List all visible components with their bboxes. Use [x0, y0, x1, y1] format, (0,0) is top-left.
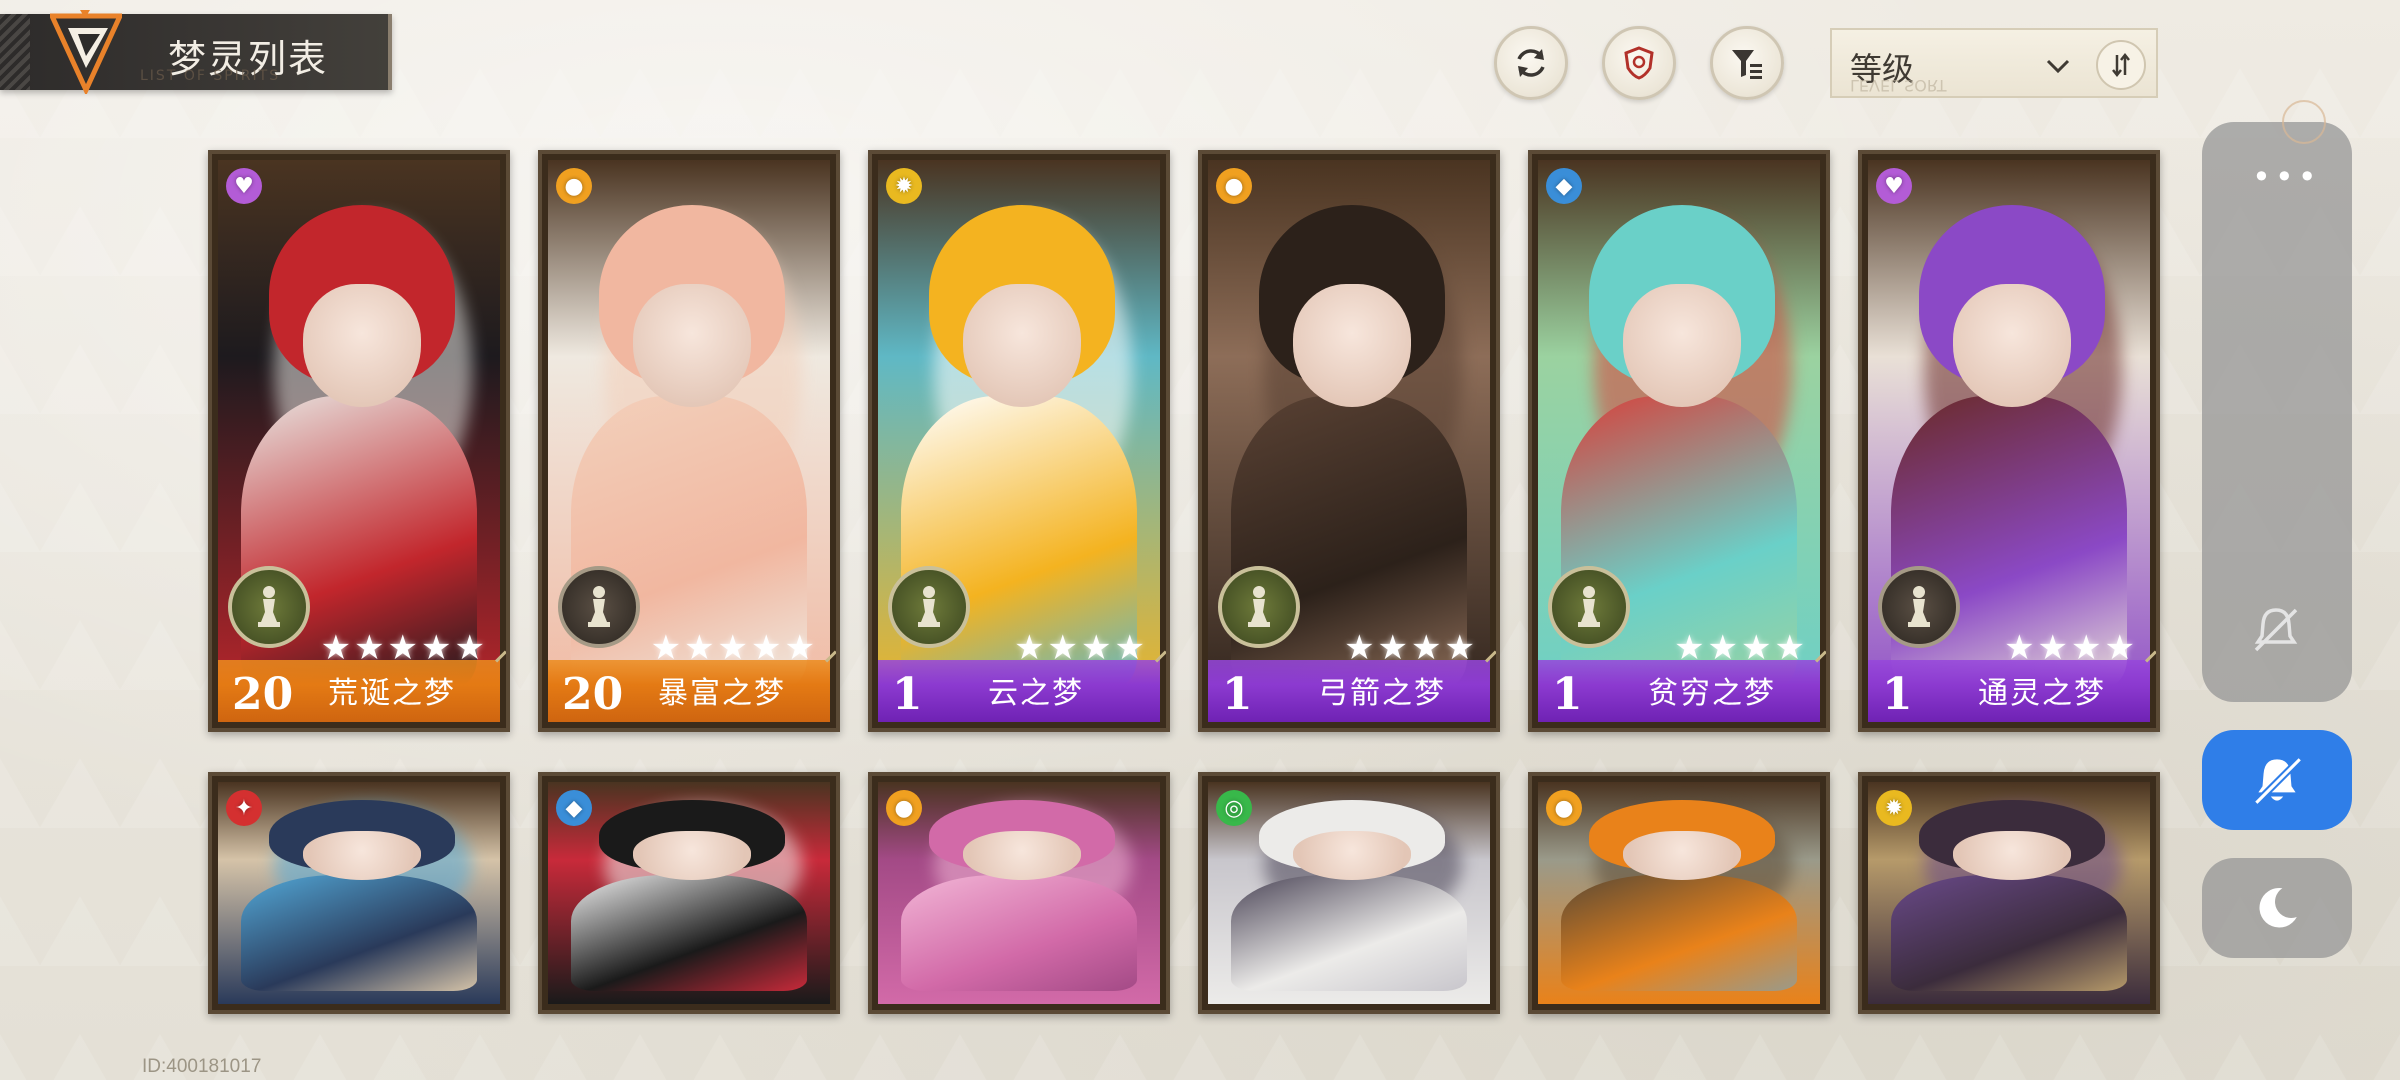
sun-icon: ✹ [886, 168, 922, 204]
card-name: 云之梦 [988, 676, 1084, 711]
filter-icon [1732, 50, 1762, 79]
spirit-card[interactable]: ✦ [208, 772, 510, 1014]
spirit-card[interactable]: ● [1528, 772, 1830, 1014]
coin-icon: ● [1216, 168, 1252, 204]
card-name: 通灵之梦 [1978, 676, 2106, 711]
page-subtitle: LIST OF SPIRITS [140, 68, 281, 84]
pawn-icon [1908, 586, 1930, 627]
pawn-icon [1248, 586, 1270, 627]
decorative-ring [2282, 100, 2326, 144]
coin-icon: ● [886, 790, 922, 826]
card-name: 弓箭之梦 [1318, 676, 1446, 711]
card-nameplate: 20 荒诞之梦 [218, 660, 500, 722]
spirit-card[interactable]: ◆ ★★★★ 1 贫穷之梦 [1528, 150, 1830, 732]
spirit-card[interactable]: ✹ [1858, 772, 2160, 1014]
planet-icon: ◎ [1216, 790, 1252, 826]
flame-shield-icon: ✦ [226, 790, 262, 826]
spirit-card[interactable]: ◆ [538, 772, 840, 1014]
shield-icon [1624, 46, 1654, 80]
bell-mute-icon [2253, 756, 2303, 806]
card-level: 20 [562, 669, 624, 720]
spirit-card[interactable]: ✹ ★★★★ 1 云之梦 [868, 150, 1170, 732]
spirit-card[interactable]: ● ★★★★ 1 弓箭之梦 [1198, 150, 1500, 732]
sort-order-icon [2112, 52, 2130, 78]
game-logo-icon [50, 10, 122, 94]
rank-badge [1878, 566, 1960, 648]
crystal-icon: ◆ [1546, 168, 1582, 204]
heart-icon: ♥ [226, 168, 262, 204]
coin-icon: ● [1546, 790, 1582, 826]
refresh-button[interactable] [1494, 26, 1568, 100]
card-nameplate: 1 贫穷之梦 [1538, 660, 1820, 722]
rank-badge [228, 566, 310, 648]
spirit-card[interactable]: ◎ [1198, 772, 1500, 1014]
card-nameplate: 20 暴富之梦 [548, 660, 830, 722]
card-level: 1 [892, 669, 923, 720]
rank-badge [1218, 566, 1300, 648]
sort-dropdown[interactable]: 等级 LEVEL SORT [1830, 28, 2158, 98]
sort-dropdown-watermark: LEVEL SORT [1850, 76, 1947, 95]
sun-icon: ✹ [1876, 790, 1912, 826]
spirit-card[interactable]: ● ★★★★★ 20 暴富之梦 [538, 150, 840, 732]
card-name: 贫穷之梦 [1648, 676, 1776, 711]
pawn-icon [258, 586, 280, 627]
card-nameplate: 1 通灵之梦 [1868, 660, 2150, 722]
chevron-down-icon [2046, 59, 2070, 74]
rank-badge [558, 566, 640, 648]
bell-off-icon[interactable] [2246, 600, 2306, 660]
title-plate: 梦灵列表 LIST OF SPIRITS [0, 10, 392, 94]
pawn-icon [1578, 586, 1600, 627]
pawn-icon [918, 586, 940, 627]
moon-icon [2259, 887, 2297, 928]
pawn-icon [588, 586, 610, 627]
filter-button[interactable] [1710, 26, 1784, 100]
coin-icon: ● [556, 168, 592, 204]
card-level: 1 [1882, 669, 1913, 720]
spirit-card[interactable]: ● [868, 772, 1170, 1014]
spirit-card[interactable]: ♥ ★★★★ 1 通灵之梦 [1858, 150, 2160, 732]
side-control-panel: ••• [2202, 122, 2352, 702]
card-name: 暴富之梦 [658, 676, 786, 711]
spirit-card[interactable]: ♥ ★★★★★ 20 荒诞之梦 [208, 150, 510, 732]
card-level: 20 [232, 669, 294, 720]
more-menu-button[interactable]: ••• [2252, 158, 2321, 196]
night-mode-button[interactable] [2202, 858, 2352, 958]
card-level: 1 [1222, 669, 1253, 720]
mute-notifications-button[interactable] [2202, 730, 2352, 830]
refresh-icon [1517, 49, 1545, 77]
card-nameplate: 1 弓箭之梦 [1208, 660, 1490, 722]
card-level: 1 [1552, 669, 1583, 720]
rank-badge [888, 566, 970, 648]
sort-order-button[interactable] [2096, 40, 2146, 90]
rank-badge [1548, 566, 1630, 648]
shield-button[interactable] [1602, 26, 1676, 100]
heart-icon: ♥ [1876, 168, 1912, 204]
card-nameplate: 1 云之梦 [878, 660, 1160, 722]
card-name: 荒诞之梦 [328, 676, 456, 711]
crystal-icon: ◆ [556, 790, 592, 826]
player-id: ID:400181017 [142, 1056, 262, 1077]
